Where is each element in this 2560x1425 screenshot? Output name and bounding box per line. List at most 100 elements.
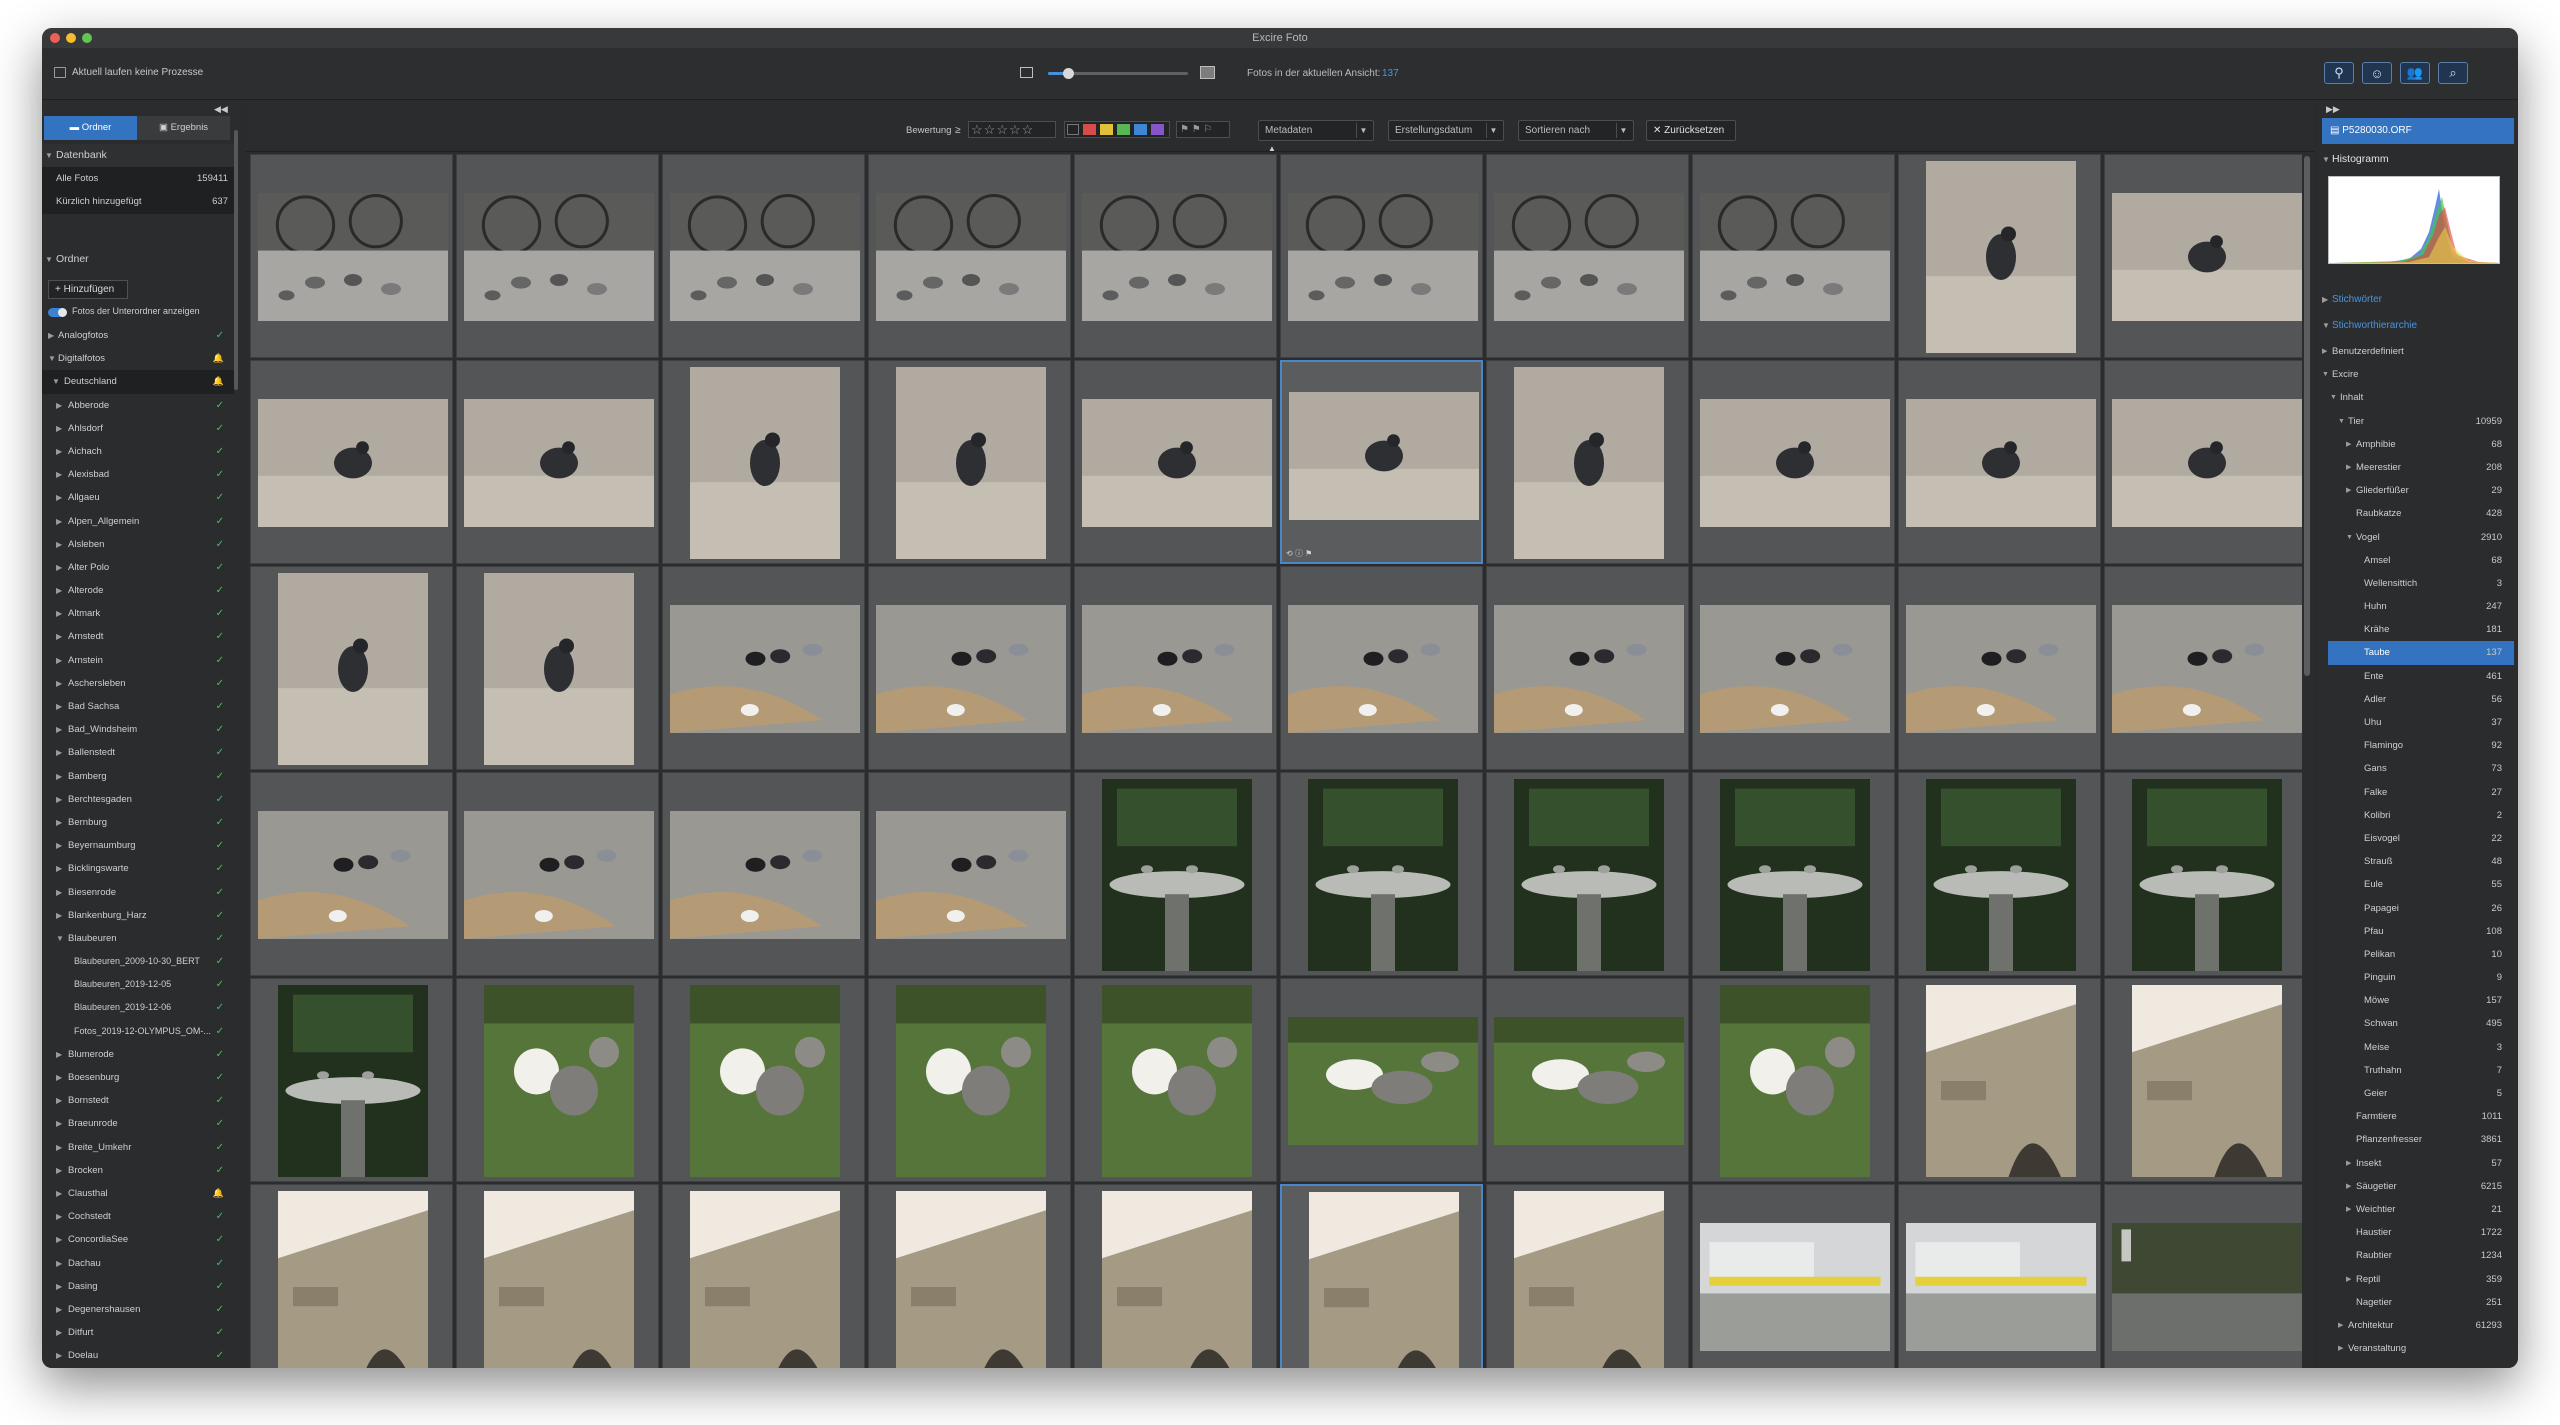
photo-cell[interactable] [1486,154,1689,358]
zoom-window-button[interactable] [82,33,92,43]
photo-thumbnail[interactable] [1288,392,1479,520]
keyword-item[interactable]: ▶ Gliederfüßer 29 [2318,479,2514,502]
folder-item[interactable]: ▶ Dasing ✓ [42,1275,234,1298]
keyword-item[interactable]: Wellensittich 3 [2328,572,2514,595]
photo-thumbnail[interactable] [1513,1191,1664,1368]
database-header[interactable]: ▼ Datenbank [42,144,238,168]
photo-thumbnail[interactable] [2111,399,2302,527]
folder-digital[interactable]: ▼ Digitalfotos 🔔 [42,347,234,370]
people-button[interactable]: 👥 [2400,62,2430,84]
photo-cell[interactable] [250,978,453,1182]
folder-item[interactable]: ▶ Abberode ✓ [42,394,234,417]
keyword-excire[interactable]: ▼ Excire [2318,363,2514,386]
keyword-item[interactable]: ▶ Meerestier 208 [2318,456,2514,479]
folder-item[interactable]: ▶ Aichach ✓ [42,440,234,463]
search-button[interactable]: ⌕ [2438,62,2468,84]
folder-germany[interactable]: ▼ Deutschland 🔔 [42,370,234,394]
photo-cell[interactable] [2104,978,2302,1182]
photo-thumbnail[interactable] [1905,1223,2096,1351]
photo-thumbnail[interactable] [1287,605,1478,733]
keyword-item[interactable]: Möwe 157 [2328,989,2514,1012]
keyword-item[interactable]: Eisvogel 22 [2328,827,2514,850]
photo-cell[interactable] [1280,154,1483,358]
folder-item[interactable]: ▶ Cochstedt ✓ [42,1205,234,1228]
photo-cell[interactable] [662,566,865,770]
photo-thumbnail[interactable] [689,1191,840,1368]
recently-added-item[interactable]: Kürzlich hinzugefügt 637 [42,190,238,214]
photo-cell[interactable] [1692,772,1895,976]
photo-thumbnail[interactable] [463,193,654,321]
photo-cell[interactable] [662,978,865,1182]
folder-item[interactable]: ▶ Blankenburg_Harz ✓ [42,904,234,927]
photo-thumbnail[interactable] [1699,605,1890,733]
tab-results[interactable]: ▣ Ergebnis [137,116,230,140]
photo-thumbnail[interactable] [1699,399,1890,527]
folder-item[interactable]: ▶ Blumerode ✓ [42,1043,234,1066]
photo-cell[interactable] [250,772,453,976]
keyword-item[interactable]: Schwan 495 [2328,1012,2514,1035]
folder-item[interactable]: ▶ Berchtesgaden ✓ [42,788,234,811]
color-label-swatch[interactable] [1100,124,1113,135]
keyword-item[interactable]: ▶ Amphibie 68 [2318,433,2514,456]
photo-thumbnail[interactable] [1699,193,1890,321]
flag-icon[interactable]: ⚑ [1305,549,1312,558]
flag-pick-icon[interactable]: ⚑ [1192,124,1201,135]
photo-thumbnail[interactable] [1905,399,2096,527]
keyword-item[interactable]: ▶ Säugetier 6215 [2318,1175,2514,1198]
photo-cell[interactable] [1692,1184,1895,1368]
folder-item[interactable]: ▶ Doelau ✓ [42,1344,234,1367]
photo-thumbnail[interactable] [875,605,1066,733]
photo-thumbnail[interactable] [257,193,448,321]
subfolder-item[interactable]: Blaubeuren_2019-12-05 ✓ [42,973,234,996]
histogram-header[interactable]: ▼ Histogramm [2318,148,2518,171]
photo-thumbnail[interactable] [1925,161,2076,353]
color-label-swatch[interactable] [1151,124,1164,135]
grid-scrollbar[interactable] [2304,156,2310,676]
photo-cell[interactable] [662,154,865,358]
collapse-left-icon[interactable]: ◀◀ [214,104,228,115]
photo-cell[interactable] [868,772,1071,976]
photo-cell[interactable] [1486,978,1689,1182]
rating-stars[interactable]: ☆☆☆☆☆ [968,121,1056,138]
keyword-item[interactable]: ▶ Weichtier 21 [2318,1198,2514,1221]
folder-item[interactable]: ▶ Alsleben ✓ [42,533,234,556]
photo-thumbnail[interactable] [689,367,840,559]
star-icon[interactable]: ☆ [1022,122,1035,137]
photo-thumbnail[interactable] [2131,985,2282,1177]
metadata-button[interactable]: ⚲ [2324,62,2354,84]
photo-cell[interactable] [1074,1184,1277,1368]
keyword-item[interactable]: Falke 27 [2328,781,2514,804]
flag-filter[interactable]: ⚑ ⚑ ⚐ [1176,121,1230,138]
subfolder-item[interactable]: Blaubeuren_2009-10-30_BERT ✓ [42,950,234,973]
photo-cell[interactable] [456,566,659,770]
folder-item[interactable]: ▶ Biesenrode ✓ [42,881,234,904]
folder-item[interactable]: ▶ Alter Polo ✓ [42,556,234,579]
keyword-item[interactable]: Pelikan 10 [2328,943,2514,966]
photo-cell[interactable] [662,360,865,564]
keyword-item[interactable]: Truthahn 7 [2328,1059,2514,1082]
small-thumb-icon[interactable] [1020,67,1033,78]
keyword-item[interactable]: Strauß 48 [2328,850,2514,873]
folder-item[interactable]: ▶ Bad_Windsheim ✓ [42,718,234,741]
photo-thumbnail[interactable] [1307,779,1458,971]
folder-item[interactable]: ▶ Bad Sachsa ✓ [42,695,234,718]
photo-cell[interactable] [456,978,659,1182]
star-icon[interactable]: ☆ [1009,122,1022,137]
thumbnail-actions[interactable]: ⟲ ⓘ ⚑ [1286,548,1346,560]
photo-cell[interactable] [250,566,453,770]
keyword-item[interactable]: Ente 461 [2328,665,2514,688]
folders-header[interactable]: ▼ Ordner [42,248,238,271]
keyword-item[interactable]: Uhu 37 [2328,711,2514,734]
photo-thumbnail[interactable] [2111,605,2302,733]
collapse-right-icon[interactable]: ▶▶ [2326,104,2340,115]
photo-cell[interactable] [456,772,659,976]
keyword-item[interactable]: Adler 56 [2328,688,2514,711]
flag-reject-icon[interactable]: ⚐ [1204,124,1213,135]
collapse-filter-icon[interactable]: ▲ [1268,144,1276,153]
folder-item[interactable]: ▶ Ditfurt ✓ [42,1321,234,1344]
photo-cell[interactable] [1486,1184,1689,1368]
subfolder-toggle[interactable]: Fotos der Unterordner anzeigen [48,306,238,320]
photo-thumbnail[interactable] [277,1191,428,1368]
photo-thumbnail[interactable] [1308,1192,1459,1368]
photo-cell[interactable] [1898,1184,2101,1368]
